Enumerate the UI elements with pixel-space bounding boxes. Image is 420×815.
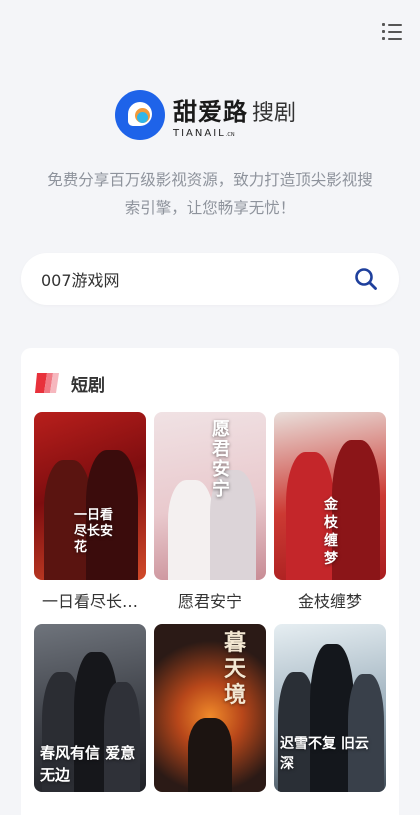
drama-card[interactable]: 春风有信 爱意无边 — [34, 624, 146, 815]
search-bar — [21, 253, 399, 305]
search-input[interactable] — [41, 269, 353, 289]
drama-poster: 春风有信 爱意无边 — [34, 624, 146, 792]
logo-suffix: 搜剧 — [252, 100, 297, 126]
logo-latin: TIANAIL.CN — [173, 127, 235, 139]
drama-title — [274, 792, 386, 815]
drama-poster: 金枝缠梦 — [274, 412, 386, 580]
site-logo[interactable]: 甜爱路 搜剧 TIANAIL.CN — [115, 90, 296, 140]
section-flag-icon — [35, 373, 59, 393]
search-icon[interactable] — [353, 266, 379, 292]
drama-title — [154, 792, 266, 815]
drama-card[interactable]: 金枝缠梦 金枝缠梦 — [274, 412, 386, 624]
drama-card[interactable]: 暮天境 — [154, 624, 266, 815]
menu-button[interactable] — [382, 22, 404, 42]
logo-brand: 甜爱路 — [173, 97, 248, 126]
drama-card[interactable]: 一日看尽长安花 一日看尽长… — [34, 412, 146, 624]
drama-poster: 暮天境 — [154, 624, 266, 792]
short-drama-section: 短剧 一日看尽长安花 一日看尽长… 愿君安宁 愿君安宁 金枝缠梦 金枝缠梦 春风… — [21, 348, 399, 815]
list-menu-icon — [382, 22, 404, 41]
logo-mark-icon — [115, 90, 165, 140]
drama-poster: 一日看尽长安花 — [34, 412, 146, 580]
drama-title — [34, 792, 146, 815]
drama-title: 愿君安宁 — [177, 592, 242, 611]
drama-poster: 愿君安宁 — [154, 412, 266, 580]
site-tagline: 免费分享百万级影视资源，致力打造顶尖影视搜索引擎，让您畅享无忧！ — [47, 171, 373, 217]
drama-card[interactable]: 愿君安宁 愿君安宁 — [154, 412, 266, 624]
drama-title: 金枝缠梦 — [297, 592, 362, 611]
drama-title: 一日看尽长… — [41, 592, 138, 611]
drama-card[interactable]: 迟雪不复 旧云深 — [274, 624, 386, 815]
section-title: 短剧 — [71, 375, 105, 396]
drama-poster: 迟雪不复 旧云深 — [274, 624, 386, 792]
